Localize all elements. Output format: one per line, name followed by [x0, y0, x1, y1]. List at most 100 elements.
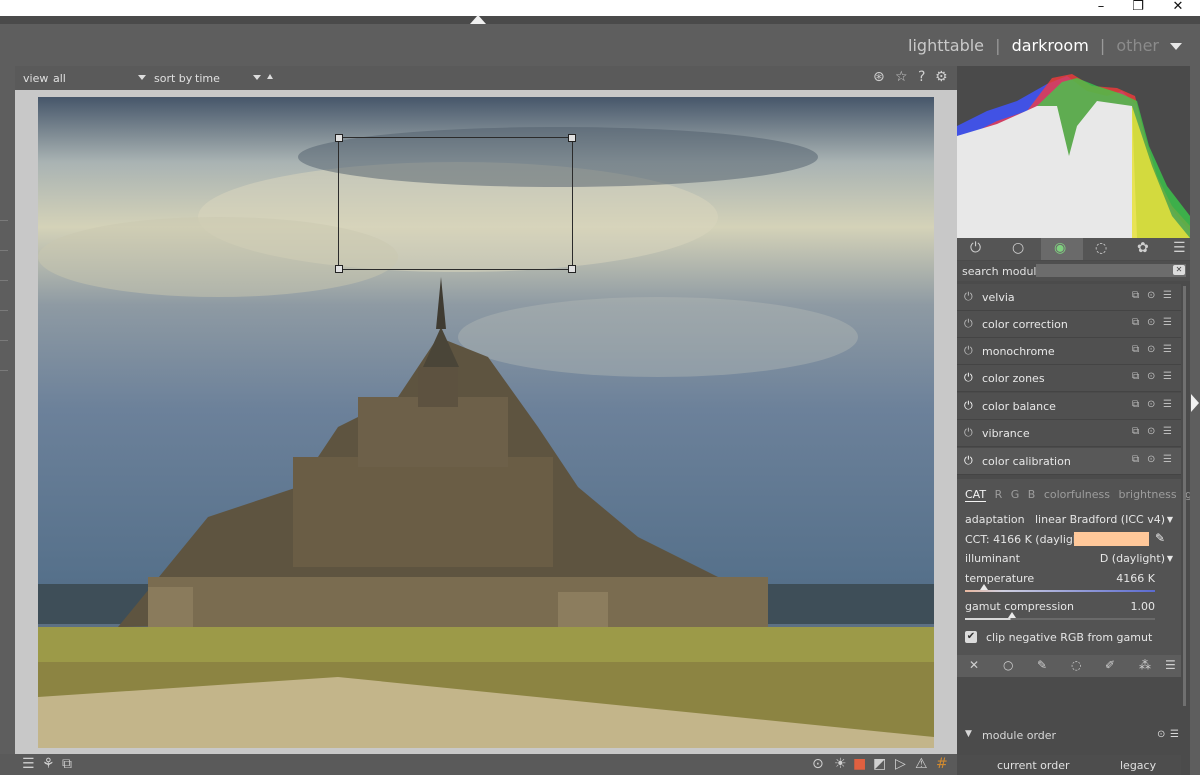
- presets-icon[interactable]: ☰: [1163, 371, 1172, 382]
- parametric-mask-icon[interactable]: ◌: [1071, 658, 1081, 672]
- minimize-button[interactable]: –: [1086, 0, 1116, 16]
- views-menu-icon[interactable]: [1170, 43, 1182, 50]
- blend-menu-icon[interactable]: ☰: [1165, 658, 1176, 672]
- power-icon[interactable]: ⏻: [964, 344, 973, 358]
- presets-icon[interactable]: ☰: [1163, 426, 1172, 437]
- reset-icon[interactable]: ⊙: [1147, 344, 1155, 355]
- tab-colorfulness[interactable]: colorfulness: [1044, 488, 1110, 501]
- restore-button[interactable]: ❐: [1123, 0, 1153, 16]
- tab-r[interactable]: R: [995, 488, 1003, 501]
- instance-icon[interactable]: ⧉: [1132, 344, 1139, 355]
- crop-handle[interactable]: [568, 265, 576, 273]
- base-group-icon[interactable]: ○: [1012, 240, 1024, 256]
- temperature-slider-thumb[interactable]: [980, 584, 988, 590]
- presets-icon[interactable]: ☰: [1163, 454, 1172, 465]
- view-filter-value[interactable]: all: [53, 72, 66, 85]
- module-monochrome[interactable]: ⏻ monochrome ⧉ ⊙ ☰: [957, 338, 1181, 365]
- chevron-down-icon[interactable]: ▼: [1167, 515, 1173, 524]
- color-picker-icon[interactable]: ✎: [1155, 531, 1165, 545]
- reset-icon[interactable]: ⊙: [1147, 426, 1155, 437]
- chevron-down-icon[interactable]: ▼: [1167, 554, 1173, 563]
- uniform-icon[interactable]: ○: [1003, 658, 1013, 672]
- instance-icon[interactable]: ⧉: [1132, 426, 1139, 437]
- module-color-balance[interactable]: ⏻ color balance ⧉ ⊙ ☰: [957, 393, 1181, 420]
- instance-icon[interactable]: ⧉: [1132, 317, 1139, 328]
- view-lighttable[interactable]: lighttable: [908, 36, 984, 55]
- active-modules-icon[interactable]: ⏻: [970, 240, 981, 256]
- power-icon[interactable]: ⏻: [964, 290, 973, 304]
- drawn-mask-icon[interactable]: ✎: [1037, 658, 1047, 672]
- tab-cat[interactable]: CAT: [965, 488, 987, 502]
- gamut-row[interactable]: gamut compression 1.00: [965, 600, 1155, 613]
- crop-handle[interactable]: [335, 134, 343, 142]
- presets-icon[interactable]: ☰: [1163, 317, 1172, 328]
- mask-off-icon[interactable]: ✕: [969, 658, 979, 672]
- power-icon[interactable]: ⏻: [964, 399, 973, 413]
- color-group-icon[interactable]: ◉: [1054, 240, 1066, 256]
- gamut-slider[interactable]: [965, 612, 1155, 620]
- module-color-zones[interactable]: ⏻ color zones ⧉ ⊙ ☰: [957, 365, 1181, 392]
- panel-scrollbar[interactable]: [1183, 286, 1186, 706]
- crop-handle[interactable]: [568, 134, 576, 142]
- illuminant-row[interactable]: illuminant D (daylight) ▼: [965, 552, 1173, 565]
- temperature-slider[interactable]: [965, 584, 1155, 592]
- grouping-icon[interactable]: ⊛: [873, 69, 885, 85]
- reset-icon[interactable]: ⊙: [1157, 729, 1165, 740]
- reset-icon[interactable]: ⊙: [1147, 371, 1155, 382]
- module-color-correction[interactable]: ⏻ color correction ⧉ ⊙ ☰: [957, 311, 1181, 338]
- correct-group-icon[interactable]: ◌: [1095, 240, 1107, 256]
- collapse-right-panel-icon[interactable]: [1191, 394, 1199, 412]
- instance-icon[interactable]: ⧉: [1132, 454, 1139, 465]
- iso12646-icon[interactable]: ☀: [834, 756, 847, 772]
- clear-search-icon[interactable]: ✕: [1173, 265, 1185, 275]
- sort-direction-icon[interactable]: [267, 74, 273, 79]
- raster-mask-icon[interactable]: ⁂: [1139, 658, 1151, 672]
- instance-icon[interactable]: ⧉: [1132, 290, 1139, 301]
- gear-icon[interactable]: ⚙: [935, 69, 948, 85]
- gamut-check-icon[interactable]: ◩: [873, 756, 886, 772]
- tab-b[interactable]: B: [1028, 488, 1036, 501]
- clip-negative-checkbox[interactable]: ✔: [965, 631, 977, 643]
- expand-arrow-icon[interactable]: ▼: [965, 729, 972, 739]
- power-icon[interactable]: ⏻: [964, 371, 973, 385]
- presets-icon[interactable]: ☰: [1163, 290, 1172, 301]
- help-icon[interactable]: ?: [918, 69, 925, 85]
- view-darkroom[interactable]: darkroom: [1012, 36, 1089, 55]
- search-input[interactable]: [1036, 264, 1186, 277]
- presets-icon[interactable]: ☰: [1170, 729, 1179, 740]
- power-icon[interactable]: ⏻: [964, 454, 973, 468]
- module-velvia[interactable]: ⏻ velvia ⧉ ⊙ ☰: [957, 284, 1181, 311]
- view-other[interactable]: other: [1116, 36, 1159, 55]
- adaptation-value[interactable]: linear Bradford (ICC v4): [1035, 513, 1165, 526]
- photo-mont-saint-michel[interactable]: [38, 97, 934, 748]
- crop-handle[interactable]: [335, 265, 343, 273]
- presets-icon[interactable]: ☰: [1163, 344, 1172, 355]
- second-window-icon[interactable]: ⧉: [62, 756, 72, 772]
- close-button[interactable]: ✕: [1163, 0, 1193, 16]
- raw-overexposed-icon[interactable]: ⚠: [915, 756, 928, 772]
- reset-icon[interactable]: ⊙: [1147, 454, 1155, 465]
- image-canvas[interactable]: [15, 90, 957, 754]
- sort-dropdown-icon[interactable]: [253, 75, 261, 80]
- adaptation-row[interactable]: adaptation linear Bradford (ICC v4) ▼: [965, 513, 1173, 526]
- module-vibrance[interactable]: ⏻ vibrance ⧉ ⊙ ☰: [957, 420, 1181, 447]
- menu-icon[interactable]: ☰: [22, 756, 35, 772]
- collapse-top-panel-icon[interactable]: [470, 15, 486, 24]
- overexposed-icon[interactable]: ▷: [895, 756, 906, 772]
- styles-icon[interactable]: ⚘: [42, 756, 55, 772]
- groups-menu-icon[interactable]: ☰: [1173, 240, 1186, 256]
- module-order-header[interactable]: ▼ module order ⊙ ☰: [957, 726, 1181, 746]
- reset-icon[interactable]: ⊙: [1147, 290, 1155, 301]
- temperature-row[interactable]: temperature 4166 K: [965, 572, 1155, 585]
- star-icon[interactable]: ☆: [895, 69, 908, 85]
- guides-icon[interactable]: #: [936, 756, 948, 772]
- sort-by-value[interactable]: time: [195, 72, 220, 85]
- module-color-calibration[interactable]: ⏻ color calibration ⧉ ⊙ ☰: [957, 448, 1181, 475]
- color-picker-area[interactable]: [335, 134, 576, 273]
- view-filter-dropdown-icon[interactable]: [138, 75, 146, 80]
- reset-icon[interactable]: ⊙: [1147, 317, 1155, 328]
- drawn-parametric-icon[interactable]: ✐: [1105, 658, 1115, 672]
- illuminant-value[interactable]: D (daylight): [1100, 552, 1165, 565]
- presets-icon[interactable]: ☰: [1163, 399, 1172, 410]
- gamut-slider-thumb[interactable]: [1008, 612, 1016, 618]
